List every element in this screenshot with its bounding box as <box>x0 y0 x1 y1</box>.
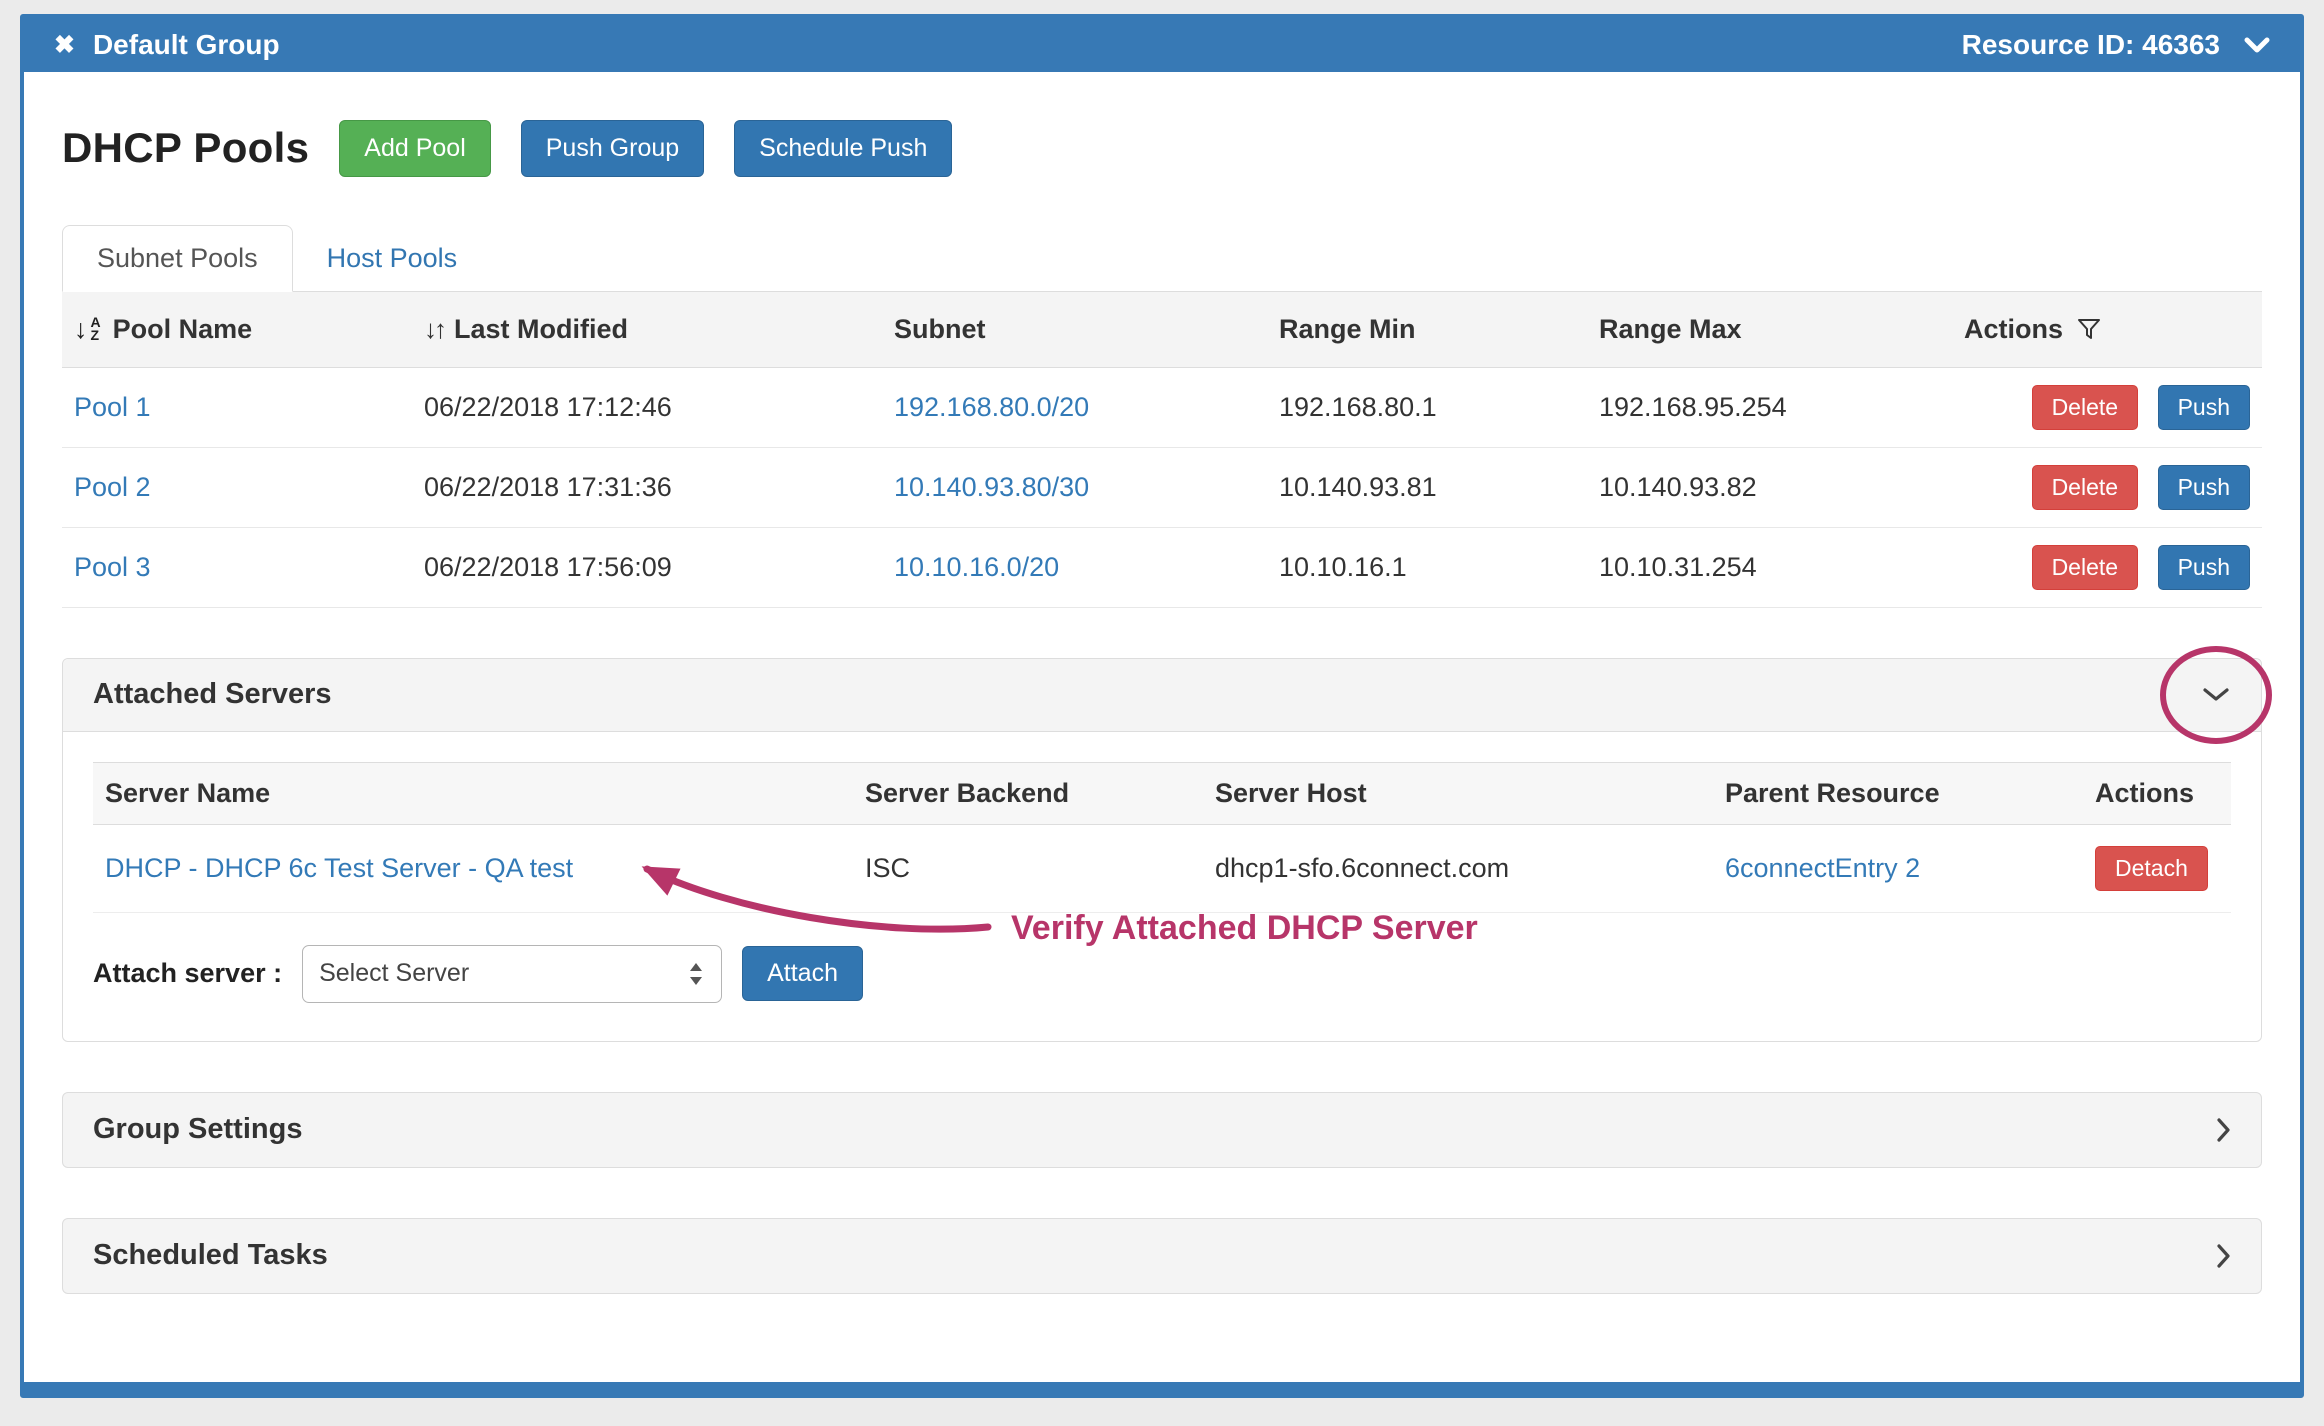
pool-row: Pool 1 06/22/2018 17:12:46 192.168.80.0/… <box>62 367 2262 447</box>
sort-alpha-icon[interactable]: ↓ AZ <box>74 316 101 343</box>
group-header-bar: ✖ Default Group Resource ID: 46363 <box>24 18 2300 72</box>
delete-pool-button[interactable]: Delete <box>2032 385 2138 430</box>
card-body: DHCP Pools Add Pool Push Group Schedule … <box>24 72 2300 1294</box>
pool-range-min: 10.10.16.1 <box>1267 527 1587 607</box>
server-row: DHCP - DHCP 6c Test Server - QA test ISC… <box>93 824 2231 912</box>
server-select[interactable]: Select Server <box>302 945 722 1003</box>
pool-tabs: Subnet Pools Host Pools <box>62 225 2262 292</box>
server-backend: ISC <box>853 824 1203 912</box>
pools-header-row: ↓ AZ Pool Name ↓↑ Last Modified Subnet <box>62 292 2262 368</box>
attach-button[interactable]: Attach <box>742 946 863 1001</box>
push-group-button[interactable]: Push Group <box>521 120 704 177</box>
actions-header: Actions <box>1952 292 2262 368</box>
scheduled-tasks-panel[interactable]: Scheduled Tasks <box>62 1218 2262 1294</box>
tab-host-pools[interactable]: Host Pools <box>293 226 492 291</box>
push-pool-button[interactable]: Push <box>2158 465 2250 510</box>
server-host-header: Server Host <box>1203 762 1713 824</box>
pool-range-max: 10.140.93.82 <box>1587 447 1952 527</box>
filter-icon[interactable] <box>2077 318 2101 340</box>
group-title: Default Group <box>93 29 280 61</box>
tab-subnet-pools[interactable]: Subnet Pools <box>62 225 293 292</box>
server-select-value: Select Server <box>319 959 469 988</box>
attach-server-row: Attach server : Select Server Attach <box>93 945 2231 1003</box>
delete-pool-button[interactable]: Delete <box>2032 545 2138 590</box>
group-collapse-chevron-icon[interactable] <box>2244 37 2270 53</box>
pool-modified: 06/22/2018 17:56:09 <box>412 527 882 607</box>
last-modified-header[interactable]: ↓↑ Last Modified <box>412 292 882 368</box>
server-backend-header: Server Backend <box>853 762 1203 824</box>
pool-subnet-link[interactable]: 10.10.16.0/20 <box>894 552 1059 582</box>
range-max-header: Range Max <box>1587 292 1952 368</box>
page-title: DHCP Pools <box>62 124 309 172</box>
servers-table: Server Name Server Backend Server Host P… <box>93 762 2231 913</box>
pools-table: ↓ AZ Pool Name ↓↑ Last Modified Subnet <box>62 292 2262 608</box>
pool-row: Pool 3 06/22/2018 17:56:09 10.10.16.0/20… <box>62 527 2262 607</box>
servers-header-row: Server Name Server Backend Server Host P… <box>93 762 2231 824</box>
attached-servers-header[interactable]: Attached Servers <box>63 659 2261 731</box>
select-arrows-icon <box>687 960 705 988</box>
pool-name-link[interactable]: Pool 2 <box>74 472 151 502</box>
pool-subnet-link[interactable]: 192.168.80.0/20 <box>894 392 1089 422</box>
delete-pool-button[interactable]: Delete <box>2032 465 2138 510</box>
parent-resource-header: Parent Resource <box>1713 762 2083 824</box>
push-pool-button[interactable]: Push <box>2158 385 2250 430</box>
pool-subnet-link[interactable]: 10.140.93.80/30 <box>894 472 1089 502</box>
pool-modified: 06/22/2018 17:31:36 <box>412 447 882 527</box>
server-name-link[interactable]: DHCP - DHCP 6c Test Server - QA test <box>105 853 573 883</box>
push-pool-button[interactable]: Push <box>2158 545 2250 590</box>
chevron-right-icon <box>2217 1118 2231 1142</box>
group-settings-title: Group Settings <box>93 1113 302 1146</box>
parent-resource-link[interactable]: 6connectEntry 2 <box>1725 853 1920 883</box>
attached-servers-collapse[interactable] <box>2201 686 2231 704</box>
pool-modified: 06/22/2018 17:12:46 <box>412 367 882 447</box>
group-settings-panel[interactable]: Group Settings <box>62 1092 2262 1168</box>
schedule-push-button[interactable]: Schedule Push <box>734 120 952 177</box>
pool-range-max: 10.10.31.254 <box>1587 527 1952 607</box>
add-pool-button[interactable]: Add Pool <box>339 120 490 177</box>
attach-server-label: Attach server : <box>93 958 282 989</box>
attached-servers-title: Attached Servers <box>93 678 332 711</box>
chevron-right-icon <box>2217 1244 2231 1268</box>
close-icon[interactable]: ✖ <box>54 33 75 58</box>
pool-name-link[interactable]: Pool 3 <box>74 552 151 582</box>
resource-id-label: Resource ID: 46363 <box>1962 29 2220 61</box>
pool-row: Pool 2 06/22/2018 17:31:36 10.140.93.80/… <box>62 447 2262 527</box>
attached-servers-panel: Attached Servers Server Name Server Back… <box>62 658 2262 1042</box>
pool-name-header[interactable]: ↓ AZ Pool Name <box>62 292 412 368</box>
subnet-header: Subnet <box>882 292 1267 368</box>
detach-button[interactable]: Detach <box>2095 846 2208 891</box>
pool-range-min: 192.168.80.1 <box>1267 367 1587 447</box>
default-group-card: ✖ Default Group Resource ID: 46363 DHCP … <box>20 14 2304 1398</box>
range-min-header: Range Min <box>1267 292 1587 368</box>
server-name-header: Server Name <box>93 762 853 824</box>
sort-updown-icon[interactable]: ↓↑ <box>424 314 444 345</box>
title-row: DHCP Pools Add Pool Push Group Schedule … <box>62 120 2262 177</box>
attached-servers-body: Server Name Server Backend Server Host P… <box>63 731 2261 1041</box>
pool-range-max: 192.168.95.254 <box>1587 367 1952 447</box>
server-actions-header: Actions <box>2083 762 2231 824</box>
pool-range-min: 10.140.93.81 <box>1267 447 1587 527</box>
pool-name-link[interactable]: Pool 1 <box>74 392 151 422</box>
server-host: dhcp1-sfo.6connect.com <box>1203 824 1713 912</box>
scheduled-tasks-title: Scheduled Tasks <box>93 1239 328 1272</box>
